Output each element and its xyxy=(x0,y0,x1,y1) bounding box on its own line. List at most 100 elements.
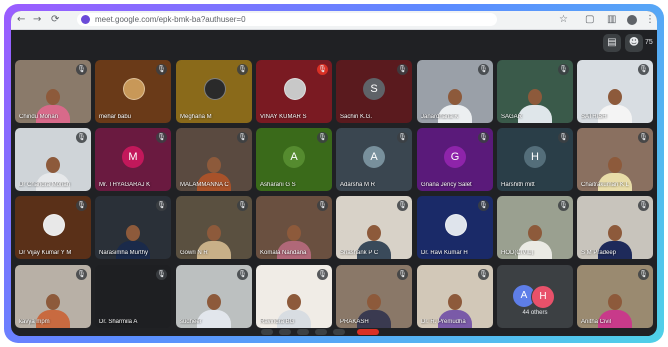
participant-tile[interactable]: A 🎙 Asharani G S xyxy=(256,128,332,191)
participant-tile[interactable]: A 🎙 Adarsha M R xyxy=(336,128,412,191)
person-head xyxy=(367,294,381,310)
participant-tile[interactable]: 🎙 Gowri N R xyxy=(176,196,252,259)
participant-tile[interactable]: 🎙 Dr. Ravi Kumar H xyxy=(417,196,493,259)
person-head xyxy=(46,89,60,105)
others-count-label: 44 others xyxy=(522,310,548,316)
participant-name: SAGAR xyxy=(501,114,523,120)
present-button[interactable] xyxy=(297,329,309,335)
participant-tile[interactable]: H 🎙 Harshith mitt xyxy=(497,128,573,191)
participant-tile[interactable]: 🎙 Narasimha Murthy xyxy=(95,196,171,259)
participant-tile[interactable]: 🎙 Chindu Mohan xyxy=(15,60,91,123)
menu-icon[interactable]: ⋮ xyxy=(645,14,655,26)
participant-tile[interactable]: 🎙 S M Pradeep xyxy=(577,196,653,259)
participant-tile[interactable]: 🎙 Komala Nandana xyxy=(256,196,332,259)
mic-muted-icon: 🎙 xyxy=(558,200,569,211)
more-options-button[interactable] xyxy=(333,329,345,335)
participant-name: Dr Chandra Mohan xyxy=(19,182,71,188)
participant-tile[interactable]: 🎙 Shashank P C xyxy=(336,196,412,259)
mic-muted-icon: 🎙 xyxy=(317,64,328,75)
forward-icon[interactable]: → xyxy=(33,14,41,26)
participant-name: Dr. Ravi Kumar H xyxy=(421,250,468,256)
meet-top-bar: ▤ ☻ 75 xyxy=(11,30,657,56)
participant-tile[interactable]: A H 44 others xyxy=(497,265,573,328)
participant-tile[interactable]: 🎙 sudheer xyxy=(176,265,252,328)
profile-avatar[interactable] xyxy=(627,15,637,25)
camera-button[interactable] xyxy=(279,329,291,335)
address-bar[interactable]: meet.google.com/epk-bmk-ba?authuser=0 xyxy=(77,13,497,26)
mic-muted-icon: 🎙 xyxy=(237,200,248,211)
sidepanel-icon[interactable]: ▥ xyxy=(607,14,616,26)
mic-button[interactable] xyxy=(261,329,273,335)
participant-tile[interactable]: 🎙 Meghana M xyxy=(176,60,252,123)
profile-photo xyxy=(445,213,467,236)
extensions-icon[interactable]: ▢ xyxy=(585,14,594,26)
participant-tile[interactable]: 🎙 Janardhana K xyxy=(417,60,493,123)
participant-tile[interactable]: S 🎙 Sachin K.G. xyxy=(336,60,412,123)
participant-tile[interactable]: G 🎙 Gnana Jency Salet xyxy=(417,128,493,191)
profile-photo xyxy=(123,77,145,100)
participant-tile[interactable]: 🎙 HOD(CIVIL) xyxy=(497,196,573,259)
reactions-button[interactable] xyxy=(315,329,327,335)
participant-tile[interactable]: 🎙 kavya mpm xyxy=(15,265,91,328)
participant-tile[interactable]: 🎙 Anitha Civil xyxy=(577,265,653,328)
participant-name: Ravindra BG xyxy=(260,319,295,325)
meet-window: ← → ⟳ meet.google.com/epk-bmk-ba?authuse… xyxy=(11,11,657,336)
participant-name: mehar babu xyxy=(99,114,132,120)
profile-photo xyxy=(204,77,226,100)
participant-name: Anitha Civil xyxy=(581,319,612,325)
person-head xyxy=(528,225,542,241)
browser-chrome: ← → ⟳ meet.google.com/epk-bmk-ba?authuse… xyxy=(11,11,657,30)
participant-avatar: S xyxy=(363,77,385,100)
participant-tile[interactable]: 🎙 Ravindra BG xyxy=(256,265,332,328)
participant-name: Mr. THYAGARAJ K xyxy=(99,182,151,188)
participant-tile[interactable]: 🎙 SAGAR xyxy=(497,60,573,123)
person-head xyxy=(608,157,622,173)
participant-tile[interactable]: 🎙 Dr. Sharmila A xyxy=(95,265,171,328)
participant-tile[interactable]: 🎙 Dr Chandra Mohan xyxy=(15,128,91,191)
participant-tile[interactable]: 🎙 PRAKASH xyxy=(336,265,412,328)
participant-tile[interactable]: 🎙 Dr. R. Premudha xyxy=(417,265,493,328)
leave-call-button[interactable] xyxy=(357,329,379,335)
mic-muted-icon: 🎙 xyxy=(237,132,248,143)
participant-name: VINAY KUMAR S xyxy=(260,114,307,120)
participant-name: Shashank P C xyxy=(340,250,379,256)
captions-icon[interactable]: ▤ xyxy=(603,34,621,52)
mic-muted-icon: 🎙 xyxy=(156,132,167,143)
mic-muted-icon: 🎙 xyxy=(638,132,649,143)
mic-muted-icon: 🎙 xyxy=(397,64,408,75)
participant-avatar: A xyxy=(283,145,305,168)
mic-muted-icon: 🎙 xyxy=(317,200,328,211)
participant-avatar: A xyxy=(363,145,385,168)
mic-muted-icon: 🎙 xyxy=(638,269,649,280)
participant-tile[interactable]: 🎙 MALAMMANNA C xyxy=(176,128,252,191)
participant-name: Gnana Jency Salet xyxy=(421,182,472,188)
back-icon[interactable]: ← xyxy=(17,14,25,26)
person-head xyxy=(448,89,462,105)
participant-avatar: M xyxy=(122,145,144,168)
participant-tile[interactable]: 🎙 mehar babu xyxy=(95,60,171,123)
person-head xyxy=(528,89,542,105)
participant-name: Harshith mitt xyxy=(501,182,535,188)
participant-name: Chindu Mohan xyxy=(19,114,59,120)
participant-tile[interactable]: M 🎙 Mr. THYAGARAJ K xyxy=(95,128,171,191)
people-icon[interactable]: ☻ xyxy=(625,34,643,52)
site-info-icon[interactable] xyxy=(81,15,90,24)
mic-muted-icon: 🎙 xyxy=(76,132,87,143)
participant-name: Dr Vijay Kumar Y M xyxy=(19,250,72,256)
participant-name: Janardhana K xyxy=(421,114,459,120)
participant-tile[interactable]: 🎙 Chaitrakumari K L xyxy=(577,128,653,191)
participant-name: sudheer xyxy=(180,319,202,325)
mic-muted-icon: 🎙 xyxy=(638,200,649,211)
person-head xyxy=(608,225,622,241)
participant-tile[interactable]: 🎙 Dr Vijay Kumar Y M xyxy=(15,196,91,259)
person-head xyxy=(46,294,60,310)
participant-name: Gowri N R xyxy=(180,250,208,256)
reload-icon[interactable]: ⟳ xyxy=(51,14,59,26)
star-icon[interactable]: ☆ xyxy=(559,14,568,26)
participant-tile[interactable]: 🎙 VINAY KUMAR S xyxy=(256,60,332,123)
participant-name: Komala Nandana xyxy=(260,250,307,256)
mic-muted-icon: 🎙 xyxy=(317,132,328,143)
mic-muted-icon: 🎙 xyxy=(478,269,489,280)
participant-name: HOD(CIVIL) xyxy=(501,250,534,256)
participant-tile[interactable]: 🎙 SATHISH xyxy=(577,60,653,123)
